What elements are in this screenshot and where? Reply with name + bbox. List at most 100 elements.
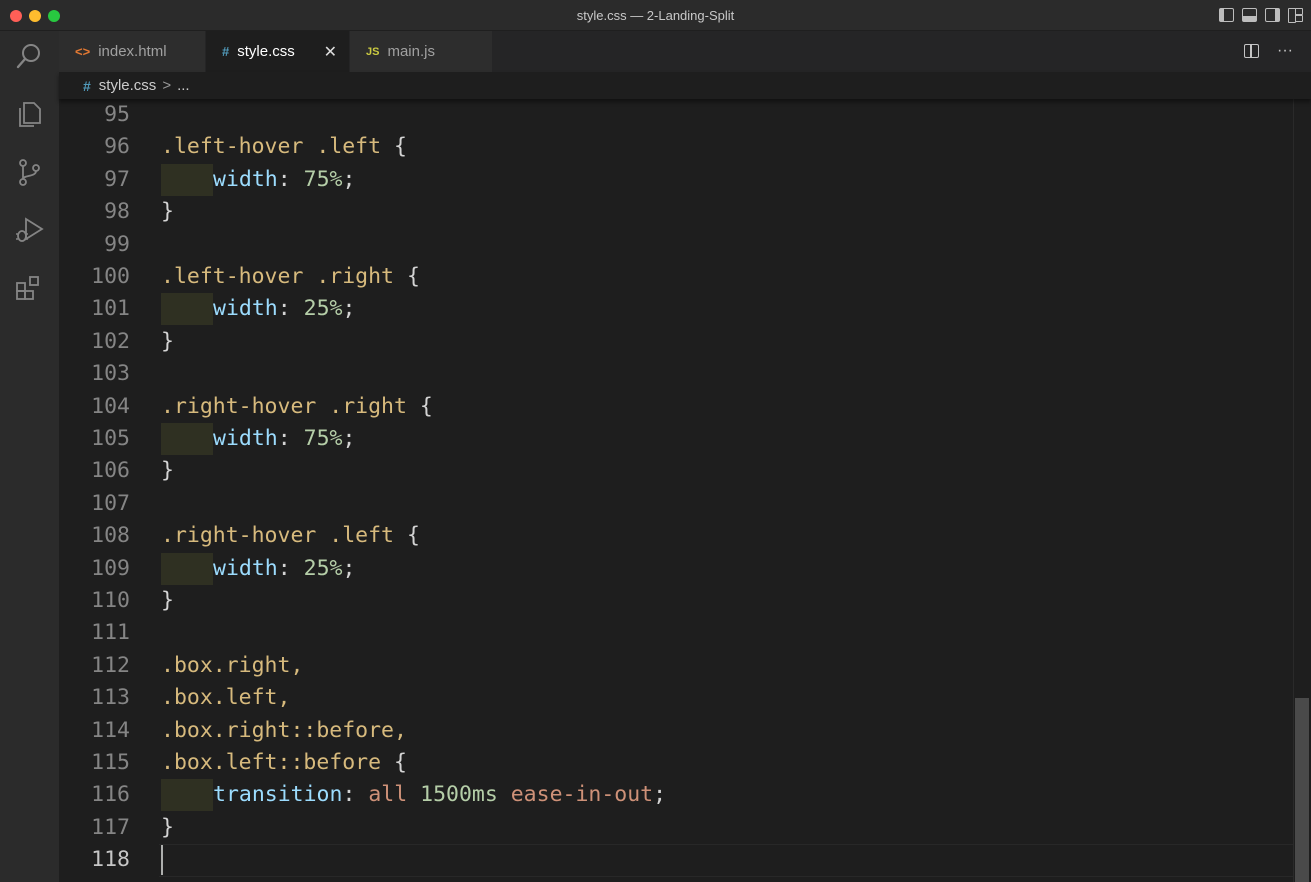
code-text: .box.right, bbox=[161, 650, 303, 682]
code-line[interactable]: 99 bbox=[59, 229, 1293, 261]
code-token: ; bbox=[342, 426, 356, 451]
toggle-primary-sidebar-icon[interactable] bbox=[1219, 8, 1234, 22]
code-line[interactable]: 105 width: 75%; bbox=[59, 423, 1293, 455]
code-token: width bbox=[213, 555, 278, 581]
line-number: 98 bbox=[104, 199, 130, 225]
code-text: } bbox=[161, 455, 174, 487]
toggle-secondary-sidebar-icon[interactable] bbox=[1265, 8, 1280, 22]
indent-highlight bbox=[161, 163, 213, 196]
search-icon[interactable] bbox=[14, 41, 44, 71]
breadcrumb-symbols[interactable]: ... bbox=[177, 77, 190, 94]
code-line[interactable]: 113 .box.left, bbox=[59, 682, 1293, 714]
split-editor-icon[interactable] bbox=[1244, 44, 1260, 58]
line-number: 103 bbox=[91, 361, 130, 387]
code-token: .left-hover .left bbox=[161, 134, 394, 160]
breadcrumb-file[interactable]: style.css bbox=[99, 77, 157, 94]
explorer-files-icon[interactable] bbox=[14, 99, 44, 129]
code-line[interactable]: 114 .box.right::before, bbox=[59, 715, 1293, 747]
code-text: .box.left, bbox=[161, 682, 290, 714]
code-token: ; bbox=[342, 555, 356, 581]
code-line[interactable]: 112 .box.right, bbox=[59, 650, 1293, 682]
code-text: transition: all 1500ms ease-in-out; bbox=[161, 779, 666, 812]
code-line[interactable]: 98} bbox=[59, 196, 1293, 228]
code-token: .box.left::before bbox=[161, 750, 394, 775]
source-control-icon[interactable] bbox=[14, 157, 44, 187]
code-token: ; bbox=[342, 166, 356, 192]
code-token: .box.right::before, bbox=[161, 717, 407, 743]
code-token: : bbox=[342, 782, 369, 808]
indent-highlight bbox=[161, 552, 213, 585]
code-text: .box.right::before, bbox=[161, 715, 407, 747]
code-token: 75% bbox=[303, 426, 343, 451]
close-tab-icon[interactable]: ✕ bbox=[324, 42, 337, 62]
code-line[interactable]: 115 .box.left::before { bbox=[59, 747, 1293, 779]
code-line[interactable]: 101 width: 25%; bbox=[59, 293, 1293, 326]
code-line[interactable]: 96 .left-hover .left { bbox=[59, 131, 1293, 163]
line-number: 117 bbox=[91, 814, 130, 840]
code-line[interactable]: 116 transition: all 1500ms ease-in-out; bbox=[59, 779, 1293, 812]
code-line[interactable]: 106} bbox=[59, 455, 1293, 487]
code-token: all bbox=[368, 782, 421, 808]
line-number: 95 bbox=[104, 102, 130, 127]
code-token: : bbox=[277, 426, 304, 451]
tab-index-html[interactable]: <> index.html bbox=[59, 31, 206, 72]
code-token: : bbox=[277, 296, 304, 322]
line-number: 96 bbox=[104, 134, 130, 160]
line-number: 110 bbox=[91, 588, 130, 613]
code-token: ; bbox=[342, 296, 356, 322]
line-number: 104 bbox=[91, 393, 130, 419]
indent-highlight bbox=[161, 423, 213, 455]
code-token: 1500ms bbox=[420, 782, 511, 808]
more-actions-icon[interactable]: ··· bbox=[1277, 42, 1293, 60]
code-token: } bbox=[161, 458, 174, 484]
code-token: .right-hover .left bbox=[161, 523, 407, 549]
code-token: } bbox=[161, 588, 174, 613]
code-editor[interactable]: 95 96 .left-hover .left {97 width: 75%; 98} 9… bbox=[59, 99, 1311, 882]
code-line[interactable]: 110} bbox=[59, 585, 1293, 617]
code-line[interactable]: 111 bbox=[59, 617, 1293, 649]
line-number: 105 bbox=[91, 426, 130, 451]
line-number: 114 bbox=[91, 717, 130, 743]
code-line[interactable]: 104 .right-hover .right { bbox=[59, 391, 1293, 423]
code-line[interactable]: 100 .left-hover .right { bbox=[59, 261, 1293, 293]
line-number: 101 bbox=[91, 296, 130, 322]
js-file-icon: JS bbox=[366, 45, 380, 58]
code-token: { bbox=[406, 264, 420, 289]
code-token: { bbox=[406, 523, 420, 549]
code-line[interactable]: 97 width: 75%; bbox=[59, 163, 1293, 196]
line-number: 109 bbox=[91, 555, 130, 581]
code-token: .left-hover .right bbox=[161, 264, 407, 289]
line-number: 112 bbox=[91, 652, 130, 678]
line-number: 107 bbox=[91, 490, 130, 516]
code-line[interactable]: 103 bbox=[59, 358, 1293, 390]
code-token: } bbox=[161, 814, 174, 840]
scrollbar-thumb[interactable] bbox=[1295, 698, 1309, 882]
tab-main-js[interactable]: JS main.js bbox=[350, 31, 493, 72]
code-line[interactable]: 108 .right-hover .left { bbox=[59, 520, 1293, 552]
line-number: 118 bbox=[91, 847, 130, 873]
customize-layout-icon[interactable] bbox=[1288, 8, 1303, 23]
indent-highlight bbox=[161, 293, 213, 326]
code-line[interactable]: 102} bbox=[59, 326, 1293, 358]
code-token: .box.left, bbox=[161, 685, 291, 711]
code-text: .left-hover .right { bbox=[161, 261, 420, 293]
code-token: transition bbox=[213, 782, 343, 808]
code-line[interactable]: 117} bbox=[59, 812, 1293, 844]
code-line[interactable]: 95 bbox=[59, 99, 1293, 131]
extensions-icon[interactable] bbox=[14, 273, 44, 303]
code-line[interactable]: 109 width: 25%; bbox=[59, 552, 1293, 585]
css-file-icon: # bbox=[83, 77, 91, 94]
line-number: 116 bbox=[91, 782, 130, 808]
line-number: 99 bbox=[104, 231, 130, 257]
tab-style-css[interactable]: # style.css ✕ bbox=[206, 31, 350, 72]
code-text: width: 75%; bbox=[161, 423, 355, 455]
line-number: 106 bbox=[91, 458, 130, 484]
code-token: } bbox=[161, 328, 174, 354]
code-line[interactable]: 107 bbox=[59, 488, 1293, 520]
code-token: width bbox=[213, 426, 278, 451]
run-debug-icon[interactable] bbox=[14, 215, 44, 245]
toggle-panel-icon[interactable] bbox=[1242, 8, 1257, 22]
code-token: { bbox=[394, 134, 407, 160]
code-text: } bbox=[161, 812, 174, 844]
code-line[interactable]: 118 bbox=[59, 844, 1293, 876]
